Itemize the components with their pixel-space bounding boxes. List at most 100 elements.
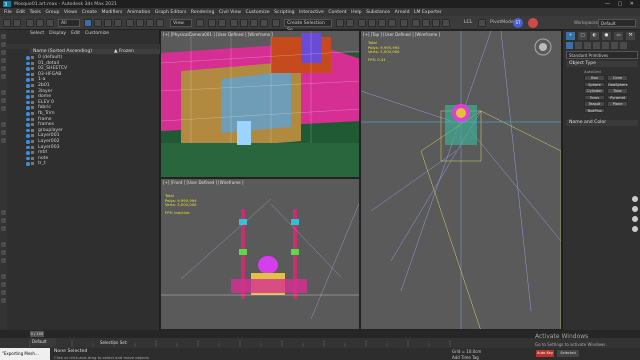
visibility-icon[interactable] [26,72,30,77]
filter-shapes-icon[interactable] [1,42,6,47]
motion-tab-icon[interactable]: ● [602,32,611,40]
layer-row[interactable]: tr_t [26,161,160,167]
select-manipulate-icon[interactable] [208,19,216,27]
rotate-icon[interactable] [136,19,144,27]
window-controls[interactable]: — ▢ ✕ [605,1,637,7]
visibility-icon[interactable] [26,84,30,88]
menu-interactive[interactable]: Interactive [299,10,324,15]
primitive-type-dropdown[interactable]: Standard Primitives [566,51,638,59]
hierarchy-tab-icon[interactable]: ◐ [590,32,599,40]
visibility-icon[interactable] [26,106,30,110]
menu-group[interactable]: Group [45,10,59,15]
link-icon[interactable] [26,19,34,27]
align-icon[interactable] [346,19,354,27]
zoom-all-icon[interactable] [632,206,638,212]
explorer-tab-select[interactable]: Select [30,31,44,37]
name-color-rollout[interactable]: Name and Color [566,120,638,126]
spinner-snap-icon[interactable] [260,19,268,27]
filter-groups-icon[interactable] [1,90,6,95]
menu-tools[interactable]: Tools [30,10,41,15]
ribbon-icon[interactable] [368,19,376,27]
name-column-header[interactable]: Name (Sorted Ascending) [33,49,92,54]
add-time-tag[interactable]: Add Time Tag [452,355,479,360]
box-button[interactable]: Box [584,75,605,81]
move-icon[interactable] [126,19,134,27]
filter-geometry-icon[interactable] [1,34,6,39]
cone-button[interactable]: Cone [607,75,628,81]
layer-dropdown[interactable]: Default [30,338,56,346]
filter-lights-icon[interactable] [1,50,6,55]
render-production-icon[interactable] [432,19,440,27]
explorer-tab-customize[interactable]: Customize [85,31,109,37]
viewport-label[interactable]: [+] [PhysicalCamera001 ] [User Defined ]… [163,32,273,37]
visibility-icon[interactable] [26,128,30,133]
filter-cameras-icon[interactable] [1,58,6,63]
layers-icon[interactable] [1,226,6,231]
reference-coordinate-dropdown[interactable]: View [170,19,192,27]
visibility-icon[interactable] [26,156,30,161]
menu-rendering[interactable]: Rendering [191,10,214,15]
selected-key-dropdown[interactable]: Selected [557,350,579,357]
lcl-label[interactable]: LCL [464,20,472,25]
viewport-top[interactable]: [+] [Top ] [User Defined ] [Wireframe ] … [360,30,562,330]
menu-content[interactable]: Content [328,10,346,15]
create-tab-icon[interactable]: + [566,32,575,40]
menu-graph-editors[interactable]: Graph Editors [155,10,187,15]
plane-button[interactable]: Plane [607,101,628,107]
explorer-tab-edit[interactable]: Edit [71,31,80,37]
rectangle-region-icon[interactable] [104,19,112,27]
render-frame-icon[interactable] [422,19,430,27]
maxscript-listener[interactable]: "Exporting Mesh... [0,348,50,360]
menu-customize[interactable]: Customize [246,10,270,15]
object-type-rollout[interactable]: Object Type [566,61,638,67]
menu-modifiers[interactable]: Modifiers [101,10,122,15]
visibility-icon[interactable] [26,95,30,99]
menu-arnold[interactable]: Arnold [395,10,410,15]
sort-icon[interactable] [1,210,6,215]
layer-explorer-icon[interactable] [358,19,366,27]
angle-snap-icon[interactable] [240,19,248,27]
hierarchy-icon[interactable] [1,218,6,223]
cameras-icon[interactable] [593,42,600,49]
menu-animation[interactable]: Animation [127,10,150,15]
autogrid-checkbox[interactable]: AutoGrid [584,69,601,74]
auto-key-button[interactable]: Auto Key [536,350,554,357]
display-tab-icon[interactable]: ▭ [614,32,623,40]
display-all-icon[interactable] [1,122,6,127]
filter-helpers-icon[interactable] [1,66,6,71]
scale-icon[interactable] [146,19,154,27]
frozen-column-header[interactable]: ▲ Frozen [114,49,134,54]
helpers-icon[interactable] [602,42,609,49]
visibility-icon[interactable] [26,56,30,60]
systems-icon[interactable] [620,42,627,49]
mirror-icon[interactable] [336,19,344,27]
geosphere-button[interactable]: GeoSphere [607,81,628,87]
zoom-icon[interactable] [632,196,638,202]
zoom-extents-icon[interactable] [632,216,638,222]
sign-in-icon[interactable]: ST [513,18,523,28]
bind-space-warp-icon[interactable] [46,19,54,27]
redo-icon[interactable] [13,19,21,27]
invert-display-icon[interactable] [1,138,6,143]
visibility-icon[interactable] [26,134,30,138]
display-none-icon[interactable] [1,130,6,135]
visibility-icon[interactable] [26,61,30,66]
visibility-icon[interactable] [26,145,30,150]
viewport-label[interactable]: [+] [Front ] [User Defined ] [Wireframe … [163,180,243,185]
curve-editor-icon[interactable] [378,19,386,27]
pyramid-button[interactable]: Pyramid [607,94,628,100]
sync-icon[interactable] [1,290,6,295]
render-setup-icon[interactable] [412,19,420,27]
filter-warps-icon[interactable] [1,74,6,79]
visibility-icon[interactable] [26,151,30,155]
placement-icon[interactable] [156,19,164,27]
viewport-label[interactable]: [+] [Top ] [User Defined ] [Wireframe ] [363,32,440,37]
keyboard-shortcut-icon[interactable] [218,19,226,27]
geometry-icon[interactable] [566,42,573,49]
collapse-icon[interactable] [1,250,6,255]
visibility-icon[interactable] [26,117,30,122]
menu-lm-exporter[interactable]: LM Exporter [414,10,442,15]
textplus-button[interactable]: TextPlus [584,107,605,113]
menu-edit[interactable]: Edit [16,10,25,15]
shapes-icon[interactable] [575,42,582,49]
